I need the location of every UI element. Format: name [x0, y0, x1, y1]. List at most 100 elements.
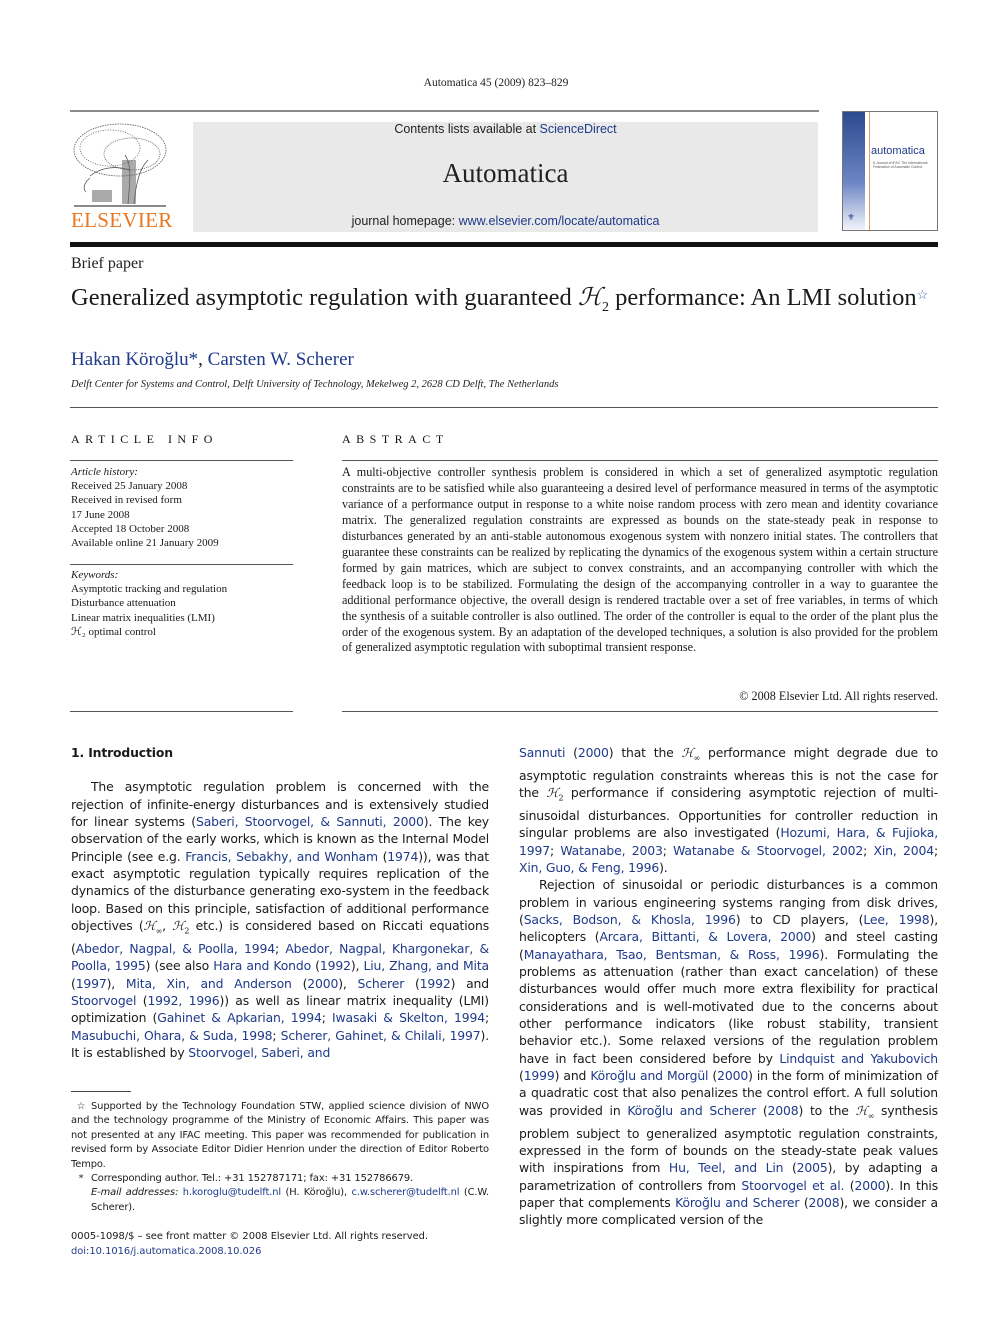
body-column-left: 1. Introduction The asymptotic regulatio…	[71, 744, 489, 1061]
citation-link[interactable]: Xin, Guo, & Feng, 1996	[519, 860, 659, 875]
citation-link[interactable]: 2008	[768, 1103, 799, 1118]
cover-subtitle: A Journal of IFAC The International Fede…	[873, 161, 928, 169]
title-part-1: Generalized asymptotic regulation with g…	[71, 284, 578, 311]
author-list: Hakan Köroğlu*, Carsten W. Scherer	[71, 349, 354, 371]
elsevier-logo[interactable]: ELSEVIER	[70, 120, 174, 234]
author-link[interactable]: Carsten W. Scherer	[208, 349, 354, 370]
article-title: Generalized asymptotic regulation with g…	[71, 282, 939, 322]
elsevier-tree-icon	[70, 120, 170, 210]
math-symbol: ℋ∞	[855, 1102, 875, 1121]
corresponding-author-mark[interactable]: *	[189, 349, 199, 370]
math-symbol: ℋ2	[172, 918, 190, 936]
author-link[interactable]: Hakan Köroğlu	[71, 349, 189, 370]
contents-line: Contents lists available at ScienceDirec…	[193, 122, 818, 136]
citation-link[interactable]: Arcara, Bittanti, & Lovera, 2000	[599, 929, 811, 944]
citation-link[interactable]: Sacks, Bodson, & Khosla, 1996	[524, 912, 736, 927]
title-footnote-star-icon[interactable]: ☆	[917, 287, 929, 302]
divider	[70, 564, 293, 565]
citation-link[interactable]: 2000	[854, 1178, 885, 1193]
abstract-heading: ABSTRACT	[342, 432, 449, 446]
contents-prefix: Contents lists available at	[394, 122, 540, 136]
abstract-text: A multi-objective controller synthesis p…	[342, 465, 938, 655]
citation-link[interactable]: Liu, Zhang, and Mita	[363, 958, 489, 973]
corresponding-text: Corresponding author. Tel.: +31 15278717…	[91, 1173, 414, 1185]
footnotes: ☆ Supported by the Technology Foundation …	[71, 1100, 489, 1215]
citation-link[interactable]: 2008	[809, 1195, 840, 1210]
math-symbol: ℋ∞	[681, 745, 701, 763]
citation-link[interactable]: Hara and Kondo	[213, 958, 311, 973]
citation-link[interactable]: 2005	[797, 1160, 828, 1175]
header-top-rule	[70, 110, 819, 112]
citation-link[interactable]: Watanabe & Stoorvogel, 2002	[673, 843, 863, 858]
citation-link[interactable]: Saberi, Stoorvogel, & Sannuti, 2000	[196, 814, 424, 829]
email-link[interactable]: c.w.scherer@tudelft.nl	[351, 1187, 459, 1198]
section-heading: 1. Introduction	[71, 745, 173, 760]
header-thick-rule	[70, 242, 938, 247]
history-item: Accepted 18 October 2008	[71, 522, 190, 535]
sciencedirect-link[interactable]: ScienceDirect	[540, 122, 617, 136]
doi-link[interactable]: doi:10.1016/j.automatica.2008.10.026	[71, 1246, 261, 1257]
citation-link[interactable]: Abedor, Nagpal, & Poolla, 1994	[76, 941, 275, 956]
citation-link[interactable]: Stoorvogel, Saberi, and	[188, 1045, 330, 1060]
footnote-asterisk-icon: *	[78, 1173, 84, 1185]
funding-text: Supported by the Technology Foundation S…	[71, 1101, 489, 1170]
article-type: Brief paper	[71, 255, 144, 272]
homepage-prefix: journal homepage:	[351, 214, 459, 228]
citation-link[interactable]: Lee, 1998	[863, 912, 929, 927]
affiliation: Delft Center for Systems and Control, De…	[71, 379, 559, 390]
divider	[70, 407, 938, 408]
citation-link[interactable]: Köroğlu and Scherer	[675, 1195, 799, 1210]
journal-homepage-link[interactable]: www.elsevier.com/locate/automatica	[459, 214, 660, 228]
divider	[70, 460, 293, 461]
title-part-2: performance: An LMI solution	[609, 284, 917, 311]
keyword-item: Asymptotic tracking and regulation	[71, 583, 228, 596]
journal-banner: Contents lists available at ScienceDirec…	[193, 122, 818, 232]
citation-link[interactable]: Scherer	[358, 976, 405, 991]
citation-link[interactable]: Stoorvogel	[71, 993, 136, 1008]
keywords: Keywords: Asymptotic tracking and regula…	[71, 568, 293, 639]
history-item: Received 25 January 2008	[71, 480, 188, 493]
keyword-item: Linear matrix inequalities (LMI)	[71, 611, 215, 624]
citation-link[interactable]: 1992	[420, 976, 451, 991]
citation-link[interactable]: 1974	[387, 849, 418, 864]
citation-link[interactable]: Watanabe, 2003	[560, 843, 662, 858]
citation-link[interactable]: Francis, Sebakhy, and Wonham	[185, 849, 378, 864]
citation-link[interactable]: Masubuchi, Ohara, & Suda, 1998	[71, 1028, 273, 1043]
journal-cover-thumbnail[interactable]: automatica A Journal of IFAC The Interna…	[842, 111, 938, 231]
title-math-h: ℋ	[577, 282, 603, 311]
citation-link[interactable]: Hu, Teel, and Lin	[669, 1160, 784, 1175]
citation-link[interactable]: 1997	[76, 976, 107, 991]
cover-title: automatica	[871, 145, 925, 157]
citation-link[interactable]: 2000	[717, 1068, 748, 1083]
citation-link[interactable]: 2000	[578, 745, 609, 760]
citation-link[interactable]: Xin, 2004	[874, 843, 935, 858]
citation-link[interactable]: 1992	[320, 958, 351, 973]
citation-link[interactable]: Sannuti	[519, 745, 565, 760]
homepage-line: journal homepage: www.elsevier.com/locat…	[193, 214, 818, 228]
citation-link[interactable]: Köroğlu and Morgül	[590, 1068, 708, 1083]
citation-link[interactable]: Köroğlu and Scherer	[627, 1103, 756, 1118]
citation-link[interactable]: 1999	[524, 1068, 555, 1083]
history-item: Available online 21 January 2009	[71, 537, 219, 550]
title-math-sub: 2	[602, 299, 610, 315]
divider	[342, 460, 938, 461]
email-link[interactable]: h.koroglu@tudelft.nl	[183, 1187, 281, 1198]
running-head: Automatica 45 (2009) 823–829	[423, 77, 569, 89]
funding-footnote: ☆ Supported by the Technology Foundation …	[71, 1100, 489, 1172]
keyword-item: ℋ₂ optimal control	[71, 625, 156, 638]
keyword-item: Disturbance attenuation	[71, 597, 176, 610]
citation-link[interactable]: Iwasaki & Skelton, 1994	[332, 1010, 485, 1025]
citation-link[interactable]: Gahinet & Apkarian, 1994	[157, 1010, 322, 1025]
citation-link[interactable]: Mita, Xin, and Anderson	[126, 976, 292, 991]
citation-link[interactable]: Stoorvogel et al.	[741, 1178, 844, 1193]
citation-link[interactable]: Manayathara, Tsao, Bentsman, & Ross, 199…	[524, 947, 820, 962]
citation-link[interactable]: Lindquist and Yakubovich	[779, 1051, 938, 1066]
citation-link[interactable]: Scherer, Gahinet, & Chilali, 1997	[281, 1028, 481, 1043]
citation-link[interactable]: 1992, 1996	[147, 993, 219, 1008]
copyright: © 2008 Elsevier Ltd. All rights reserved…	[739, 689, 938, 703]
paragraph: Sannuti (2000) that the ℋ∞ performance m…	[519, 745, 939, 875]
corresponding-footnote: * Corresponding author. Tel.: +31 1527871…	[71, 1172, 489, 1186]
citation-link[interactable]: 2000	[307, 976, 338, 991]
history-item: Received in revised form	[71, 494, 182, 507]
footnote-star-icon: ☆	[76, 1101, 86, 1112]
